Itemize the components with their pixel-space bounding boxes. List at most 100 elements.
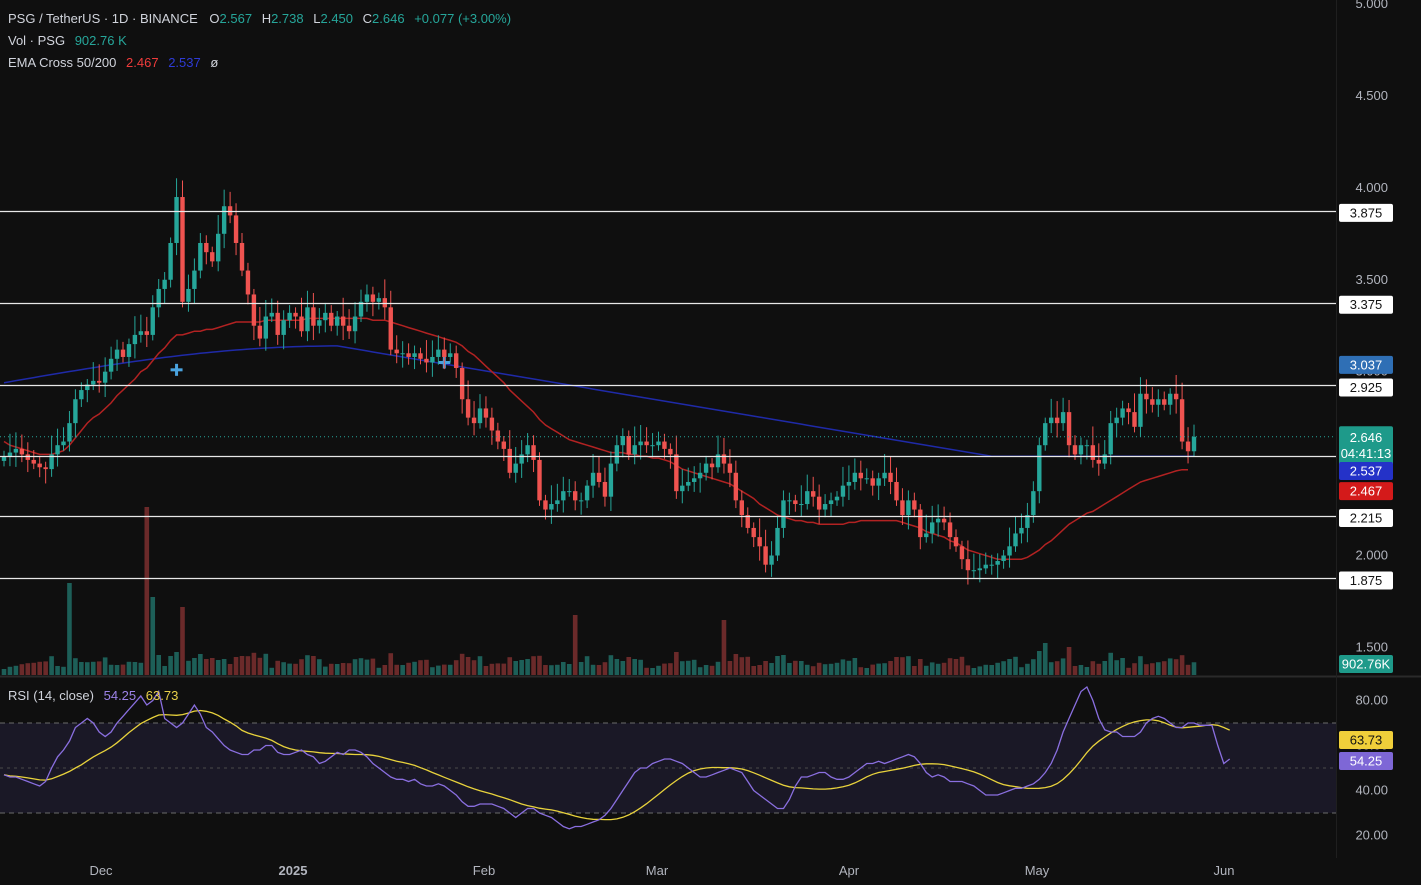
volume-bar	[1191, 662, 1197, 675]
high-label: H	[261, 11, 272, 26]
candle	[727, 449, 733, 488]
candle-body	[1054, 417, 1060, 424]
volume-bar	[1054, 661, 1060, 675]
candle	[388, 290, 393, 356]
candle-body	[471, 417, 477, 424]
change-value: +0.077 (+3.00%)	[414, 11, 512, 26]
candle-body	[7, 452, 13, 457]
candle	[269, 298, 274, 323]
high-value: 2.738	[271, 11, 304, 26]
candle	[846, 465, 852, 500]
candle-body	[709, 463, 715, 468]
candle	[186, 274, 191, 312]
volume-bar	[1066, 647, 1072, 675]
candle-body	[287, 312, 292, 321]
volume-bar	[495, 663, 501, 675]
volume-bar	[471, 660, 477, 675]
candle-body	[596, 472, 602, 482]
candle	[459, 362, 465, 414]
candle	[483, 396, 489, 428]
candle-body	[1066, 412, 1072, 446]
volume-bar	[317, 659, 322, 675]
volume-bar	[394, 664, 399, 675]
candle-body	[31, 459, 36, 464]
candle	[477, 394, 483, 429]
candle	[25, 442, 30, 473]
candle	[251, 288, 257, 341]
candle	[1066, 399, 1072, 458]
candle	[448, 343, 453, 363]
candle	[638, 424, 643, 460]
candle	[55, 428, 60, 467]
candle-body	[763, 546, 768, 565]
candle	[382, 279, 387, 320]
candle-body	[1126, 408, 1131, 413]
volume-bar	[596, 665, 602, 675]
volume-bar	[828, 663, 834, 675]
candle-body	[1185, 441, 1191, 452]
candle	[114, 339, 120, 371]
candle-body	[721, 454, 727, 464]
candle-body	[1138, 393, 1143, 427]
volume-bar	[894, 657, 899, 675]
candle-body	[79, 390, 84, 400]
candle-body	[626, 436, 631, 455]
volume-bar	[239, 656, 245, 675]
volume-bar	[674, 652, 679, 675]
candle	[97, 364, 102, 393]
level-tag-text: 2.925	[1350, 380, 1383, 395]
candle	[454, 345, 459, 378]
volume-bar	[323, 666, 328, 675]
eye-icon[interactable]: ø	[210, 55, 218, 70]
volume-bar	[816, 662, 822, 675]
candle-body	[852, 472, 858, 482]
low-value: 2.450	[320, 11, 354, 26]
candle	[799, 485, 804, 517]
candle-body	[864, 478, 869, 480]
candle-body	[686, 481, 691, 486]
volume-bar	[43, 661, 48, 675]
volume-bar	[346, 663, 352, 675]
ema200-value: 2.537	[168, 55, 201, 70]
candle-body	[412, 353, 417, 357]
candle	[1179, 382, 1185, 450]
candle-body	[61, 441, 66, 446]
candle	[781, 490, 786, 538]
volume-bar	[715, 661, 721, 675]
volume-bar	[989, 665, 994, 675]
price-chart[interactable]: 5.0004.5004.0003.5003.0002.5002.0001.500…	[0, 0, 1421, 885]
volume-bar	[501, 663, 507, 675]
volume-bar	[561, 662, 566, 675]
volume-bar	[376, 667, 382, 675]
open-label: O	[209, 11, 220, 26]
volume-tag: 902.76K	[1339, 655, 1393, 673]
volume-bar	[834, 662, 840, 675]
candle-body	[406, 353, 411, 357]
price-tick-label: 1.500	[1355, 639, 1388, 654]
candle	[935, 504, 941, 537]
candle	[1043, 417, 1048, 451]
candle	[787, 492, 792, 515]
candle	[311, 292, 316, 341]
candle-body	[275, 312, 280, 335]
candle-body	[816, 496, 822, 510]
rsi-legend: RSI (14, close) 54.25 63.73	[8, 688, 178, 703]
volume-bar	[7, 666, 13, 675]
rsi-label: RSI (14, close)	[8, 688, 94, 703]
volume-bar	[382, 665, 388, 675]
candle-body	[906, 500, 911, 516]
candle-body	[769, 555, 774, 565]
candle	[674, 435, 679, 499]
candle-body	[102, 371, 108, 383]
candle	[352, 302, 358, 344]
volume-bar	[1037, 651, 1042, 675]
candle-body	[352, 316, 358, 332]
volume-bar	[447, 664, 453, 675]
candle-body	[757, 537, 762, 547]
volume-bar	[453, 660, 459, 675]
ema50-tag-text: 2.467	[1350, 484, 1383, 499]
candle-body	[578, 500, 584, 502]
volume-bar	[245, 656, 251, 675]
candle	[739, 490, 744, 528]
candle-body	[900, 500, 905, 516]
